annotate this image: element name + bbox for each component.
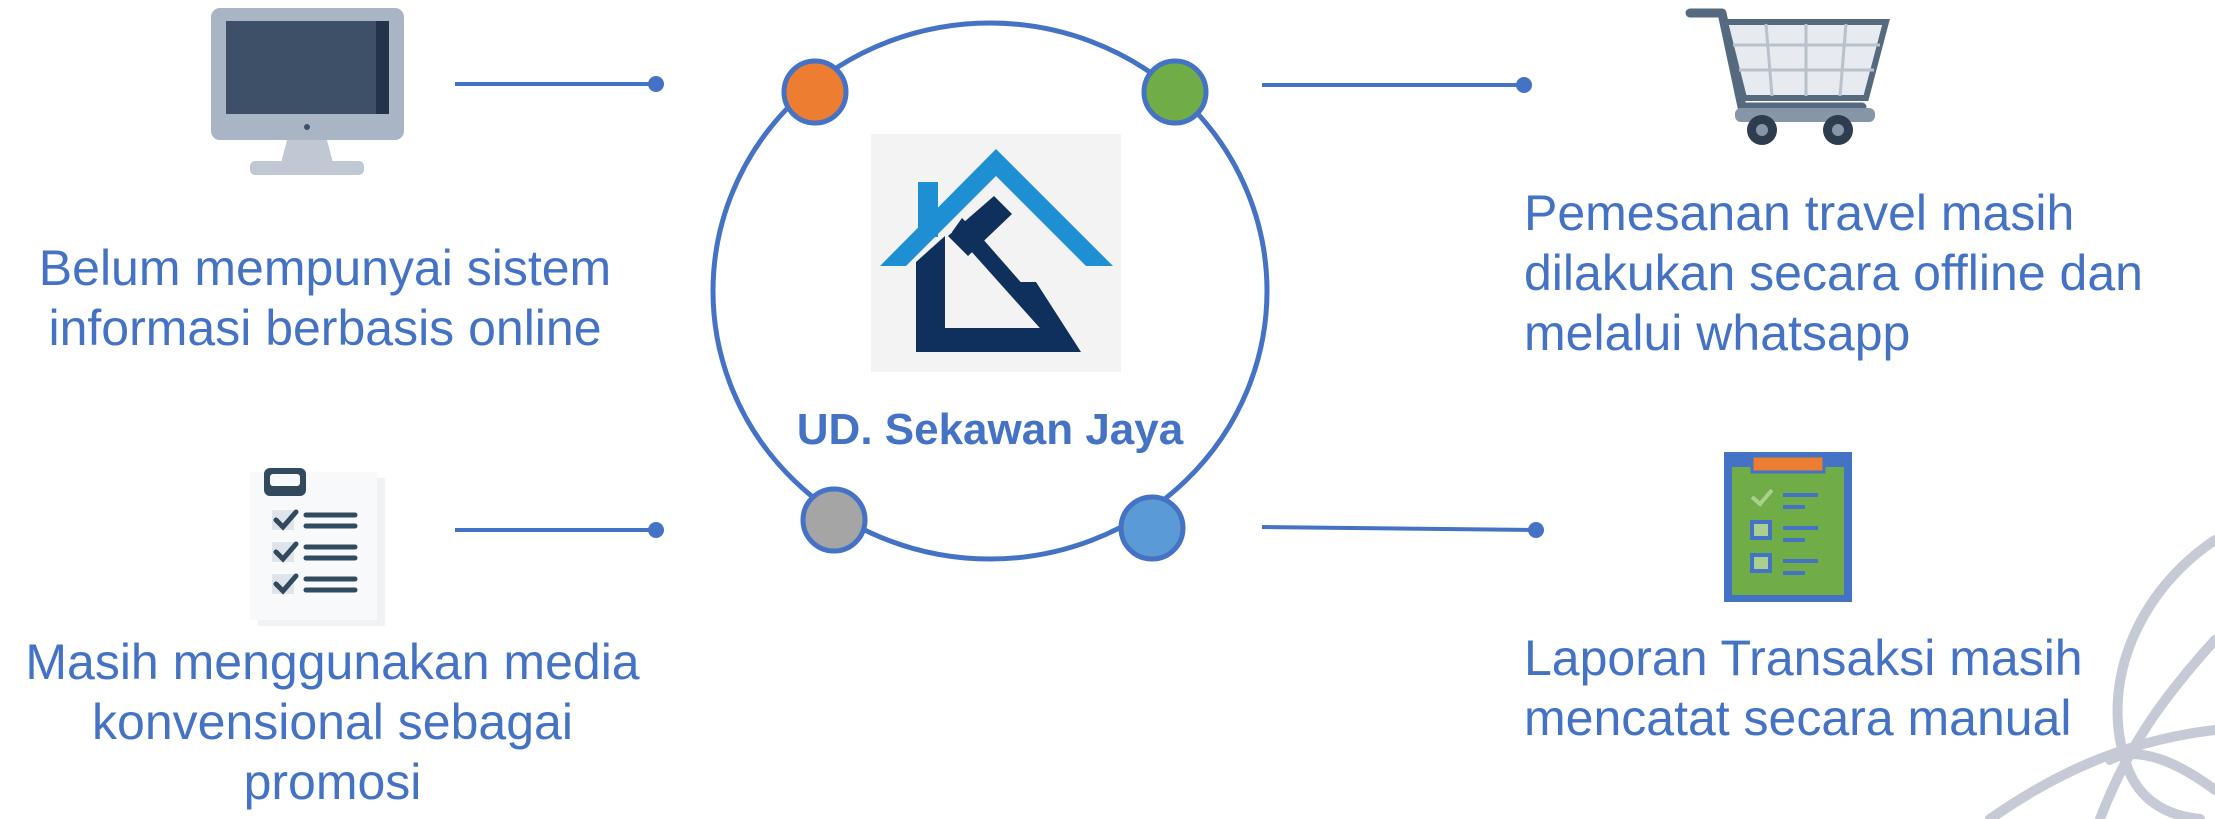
checklist-icon [250, 468, 385, 626]
label-line: Pemesanan travel masih [1524, 185, 2075, 241]
label-line: konvensional sebagai [92, 694, 573, 750]
house-hammer-logo [871, 134, 1121, 372]
dot-green [1141, 58, 1209, 126]
label-line: melalui whatsapp [1524, 305, 1911, 361]
label-line: dilakukan secara offline dan [1524, 245, 2143, 301]
label-no-online-system: Belum mempunyai sistem informasi berbasi… [0, 238, 650, 358]
label-conventional-promotion: Masih menggunakan media konvensional seb… [0, 632, 665, 812]
dot-orange [781, 58, 849, 126]
connector-bottom-left [455, 522, 664, 538]
label-line: Belum mempunyai sistem [38, 240, 612, 296]
label-line: informasi berbasis online [48, 300, 602, 356]
dot-blue [1118, 494, 1186, 562]
shopping-cart-icon [1685, 8, 1890, 145]
report-clipboard-icon [1724, 452, 1852, 602]
connector-top-left [455, 76, 664, 92]
label-line: Masih menggunakan media [25, 634, 640, 690]
connector-bottom-right [1261, 522, 1544, 538]
label-offline-ordering: Pemesanan travel masih dilakukan secara … [1524, 183, 2143, 363]
monitor-icon [211, 8, 404, 175]
dot-gray [800, 486, 868, 554]
label-line: Laporan Transaksi masih [1524, 630, 2083, 686]
label-manual-reports: Laporan Transaksi masih mencatat secara … [1524, 628, 2083, 748]
connector-top-right [1262, 77, 1532, 93]
company-name: UD. Sekawan Jaya [796, 405, 1184, 454]
label-line: promosi [243, 754, 422, 810]
label-line: mencatat secara manual [1524, 690, 2072, 746]
